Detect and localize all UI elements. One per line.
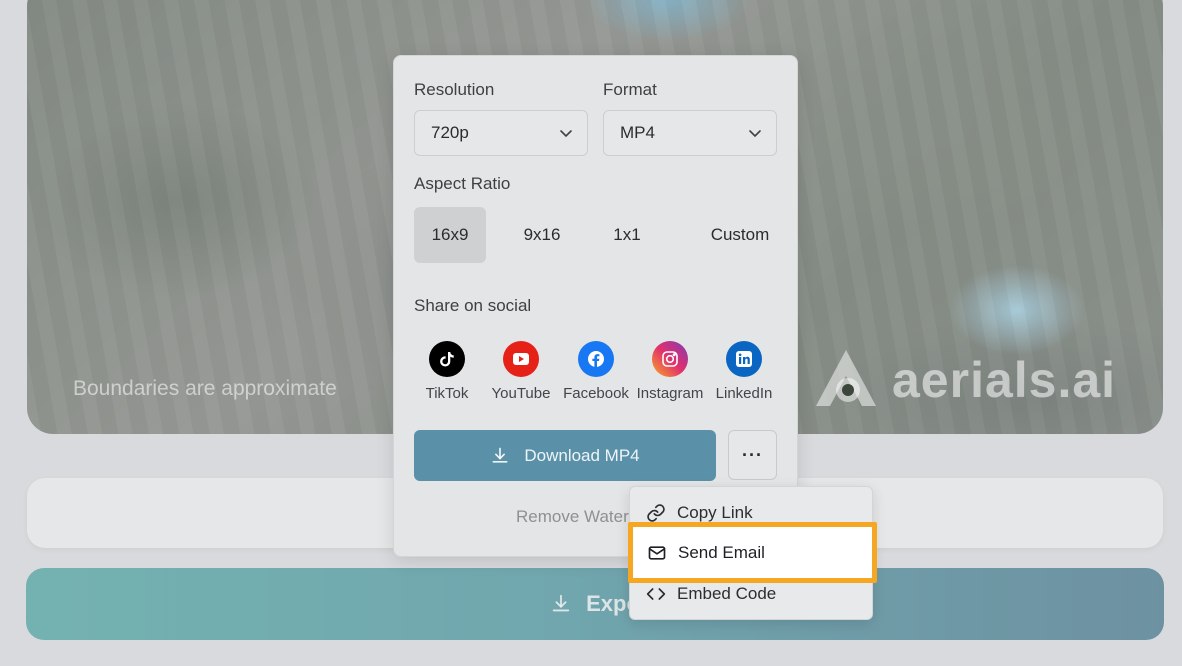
menu-item-send-email[interactable]: Send Email — [628, 522, 877, 583]
share-instagram[interactable]: Instagram — [631, 341, 709, 402]
instagram-label: Instagram — [636, 385, 704, 402]
aerials-logo-icon — [816, 350, 876, 406]
embed-code-label: Embed Code — [677, 584, 777, 603]
share-tiktok[interactable]: TikTok — [408, 341, 486, 402]
link-icon — [647, 504, 665, 522]
more-icon: ··· — [742, 444, 763, 465]
share-youtube[interactable]: YouTube — [482, 341, 560, 402]
send-email-label: Send Email — [678, 542, 765, 562]
aspect-option-1x1[interactable]: 1x1 — [594, 207, 660, 263]
linkedin-icon — [726, 341, 762, 377]
export-options-panel: Resolution 720p Format MP4 Aspect Ratio … — [393, 55, 798, 557]
tiktok-label: TikTok — [425, 385, 469, 402]
download-mp4-button[interactable]: Download MP4 — [414, 430, 716, 481]
aspect-option-9x16[interactable]: 9x16 — [504, 207, 580, 263]
brand-name: aerials.ai — [892, 352, 1117, 408]
download-label: Download MP4 — [524, 445, 640, 465]
facebook-icon — [578, 341, 614, 377]
tiktok-icon — [429, 341, 465, 377]
mail-icon — [648, 545, 666, 560]
youtube-label: YouTube — [491, 385, 551, 402]
boundaries-note: Boundaries are approximate — [73, 377, 337, 400]
chevron-down-icon — [749, 130, 761, 138]
facebook-label: Facebook — [563, 385, 629, 402]
share-facebook[interactable]: Facebook — [557, 341, 635, 402]
youtube-icon — [503, 341, 539, 377]
format-select[interactable]: MP4 — [603, 110, 777, 156]
instagram-icon — [652, 341, 688, 377]
resolution-select[interactable]: 720p — [414, 110, 588, 156]
format-value: MP4 — [620, 123, 655, 142]
more-options-button[interactable]: ··· — [728, 430, 777, 480]
copy-link-label: Copy Link — [677, 503, 753, 522]
aspect-option-16x9[interactable]: 16x9 — [414, 207, 486, 263]
code-icon — [646, 588, 666, 600]
chevron-down-icon — [560, 130, 572, 138]
format-label: Format — [603, 80, 657, 99]
resolution-label: Resolution — [414, 80, 495, 99]
remove-watermark-link[interactable]: Remove Water — [516, 507, 629, 527]
aspect-ratio-label: Aspect Ratio — [414, 174, 511, 193]
share-linkedin[interactable]: LinkedIn — [705, 341, 783, 402]
share-label: Share on social — [414, 296, 532, 315]
brand-watermark: aerials.ai — [812, 346, 1116, 414]
resolution-value: 720p — [431, 123, 469, 142]
download-icon — [492, 447, 508, 463]
linkedin-label: LinkedIn — [715, 385, 773, 402]
aspect-option-custom[interactable]: Custom — [694, 207, 786, 263]
